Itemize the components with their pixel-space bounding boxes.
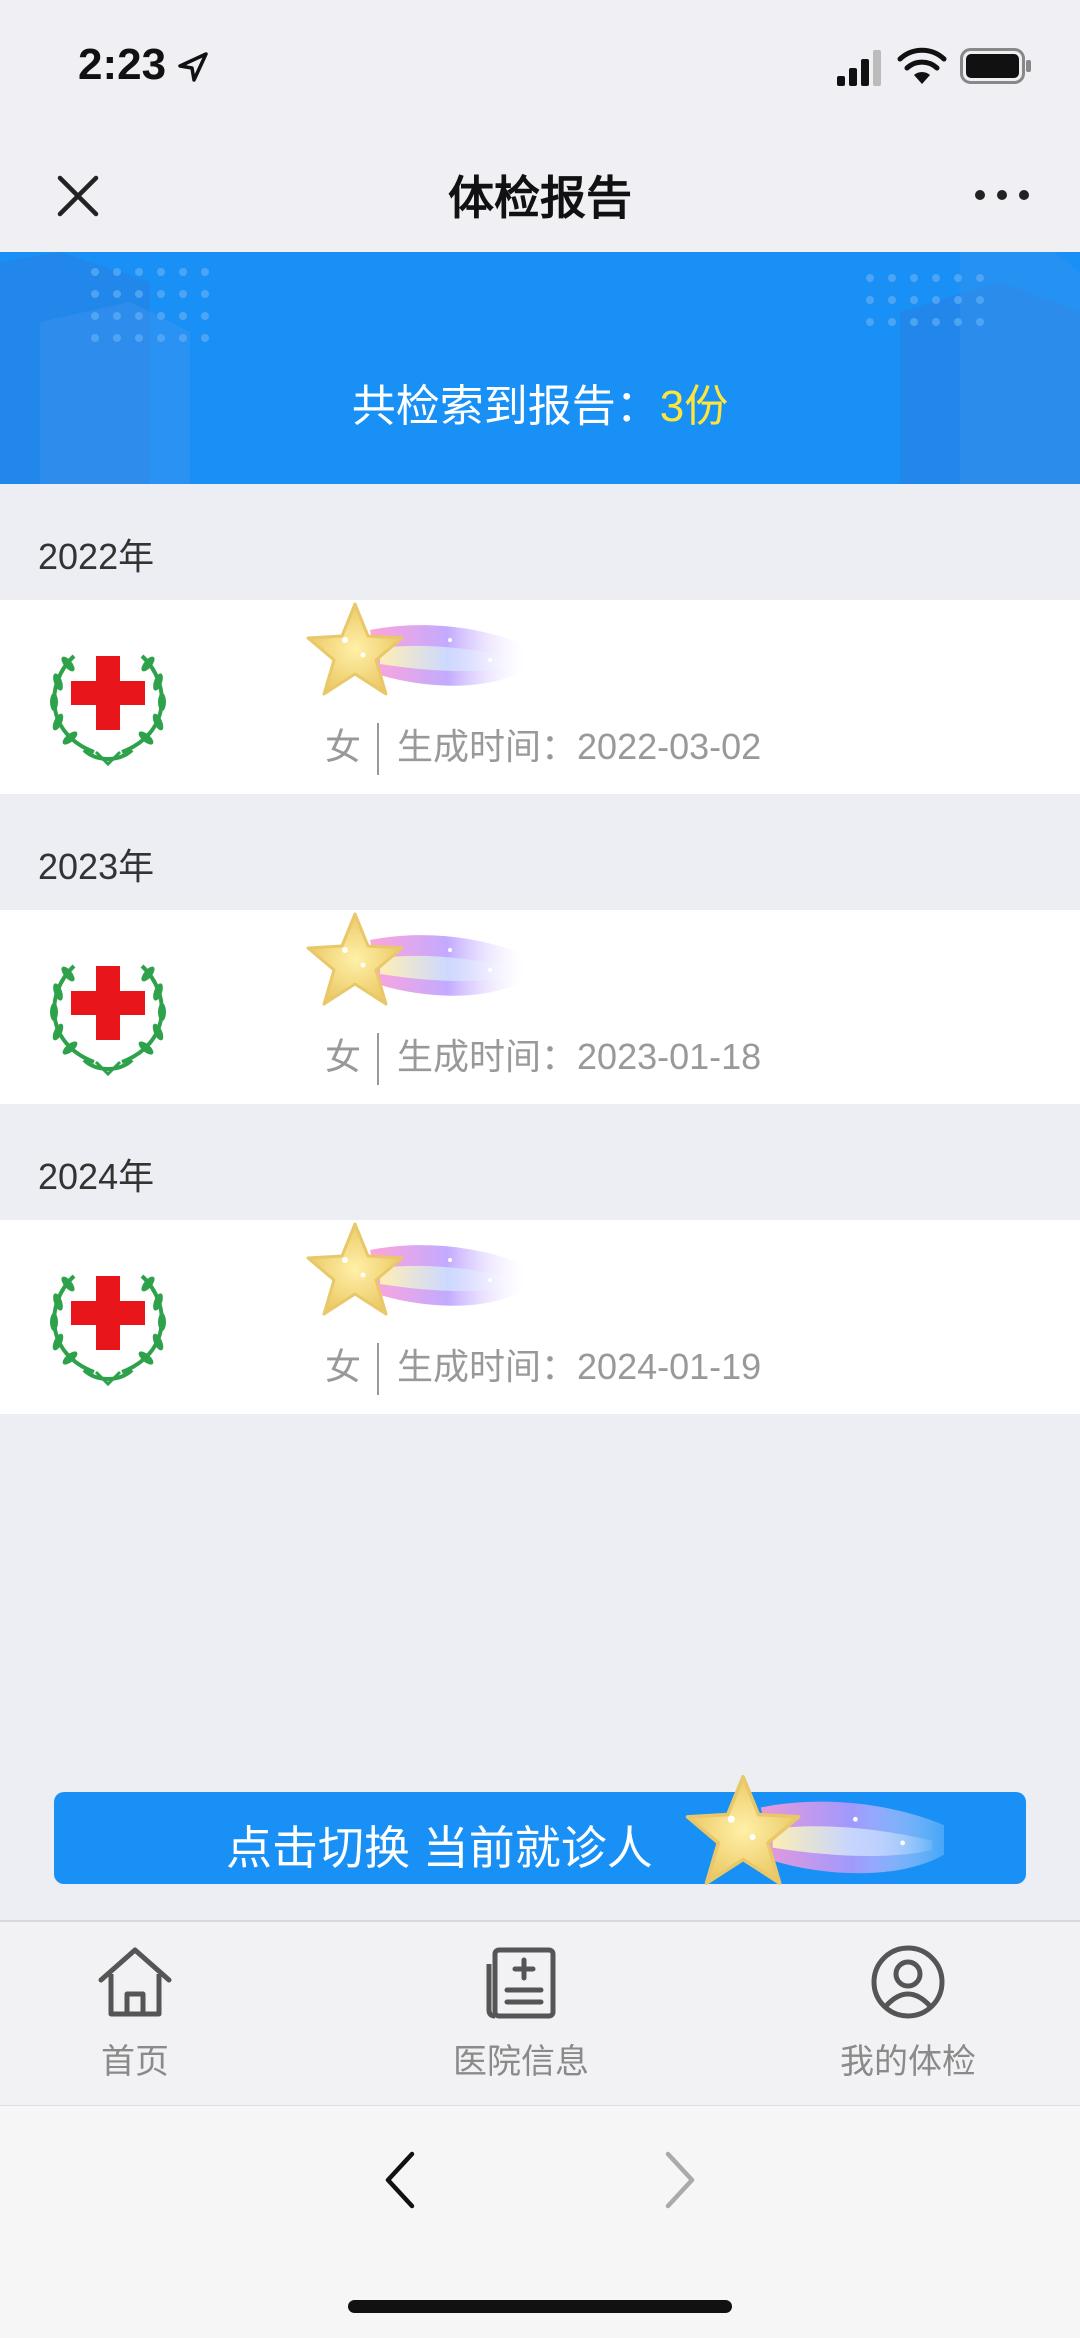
forward-chevron-icon[interactable]: [660, 2148, 700, 2212]
meta-divider: [377, 723, 380, 776]
report-count-banner: 共检索到报告：3份: [0, 252, 1080, 484]
wifi-icon: [897, 47, 947, 84]
tab-home-label: 首页: [101, 2043, 169, 2081]
report-item-2024[interactable]: 女生成时间：2024-01-19: [0, 1220, 1080, 1414]
meta-divider: [377, 1343, 380, 1396]
year-header-2024: 2024年: [38, 1156, 155, 1197]
report-meta: 女生成时间：2024-01-19: [325, 1338, 762, 1396]
switch-patient-label: 点击切换 当前就诊人: [226, 1822, 653, 1874]
star-sticker-icon: [300, 910, 530, 1020]
home-indicator[interactable]: [348, 2300, 732, 2313]
patient-gender: 女: [325, 1036, 362, 1077]
star-sticker-icon: [674, 1772, 954, 1902]
star-sticker-icon: [300, 600, 530, 710]
patient-gender: 女: [325, 726, 362, 767]
battery-icon: [960, 48, 1031, 84]
meta-divider: [377, 1033, 380, 1086]
report-item-2022[interactable]: 女生成时间：2022-03-02: [0, 600, 1080, 794]
generated-time-label: 生成时间：: [397, 1346, 578, 1387]
generated-date: 2023-01-18: [577, 1036, 762, 1077]
hospital-info-icon: [486, 1947, 556, 2019]
tab-my-checkup-label: 我的体检: [840, 2043, 976, 2081]
more-options-icon[interactable]: [970, 170, 1034, 220]
tab-my-checkup[interactable]: 我的体检: [788, 1942, 1028, 2092]
report-meta: 女生成时间：2022-03-02: [325, 718, 762, 776]
star-sticker-icon: [300, 1220, 530, 1330]
report-count-value: 3份: [659, 382, 729, 431]
status-time: 2:23: [78, 40, 167, 89]
status-bar: 2:23: [0, 0, 1080, 130]
bottom-tab-bar: 首页 医院信息 我的体检: [0, 1920, 1080, 2107]
red-cross-logo-icon: [34, 1254, 182, 1388]
switch-patient-button[interactable]: 点击切换 当前就诊人: [54, 1792, 1026, 1884]
title-bar: 体检报告: [0, 130, 1080, 253]
red-cross-logo-icon: [34, 634, 182, 768]
back-chevron-icon[interactable]: [380, 2148, 420, 2212]
generated-time-label: 生成时间：: [397, 726, 578, 767]
tab-hospital-info[interactable]: 医院信息: [401, 1942, 641, 2092]
generated-date: 2022-03-02: [577, 726, 762, 767]
user-icon: [871, 1945, 945, 2019]
tab-home[interactable]: 首页: [15, 1942, 255, 2092]
red-cross-logo-icon: [34, 944, 182, 1078]
location-arrow-icon: [178, 52, 208, 82]
banner-decoration: [0, 252, 1080, 484]
report-count-prefix: 共检索到报告：: [351, 382, 660, 431]
report-count-text: 共检索到报告：3份: [0, 370, 1080, 434]
year-header-2022: 2022年: [38, 536, 155, 577]
cellular-signal-icon: [837, 50, 881, 86]
generated-time-label: 生成时间：: [397, 1036, 578, 1077]
generated-date: 2024-01-19: [577, 1346, 762, 1387]
page-title: 体检报告: [448, 172, 632, 224]
patient-gender: 女: [325, 1346, 362, 1387]
home-icon: [98, 1947, 172, 2017]
tab-hospital-info-label: 医院信息: [453, 2043, 589, 2081]
year-header-2023: 2023年: [38, 846, 155, 887]
report-meta: 女生成时间：2023-01-18: [325, 1028, 762, 1086]
report-item-2023[interactable]: 女生成时间：2023-01-18: [0, 910, 1080, 1104]
